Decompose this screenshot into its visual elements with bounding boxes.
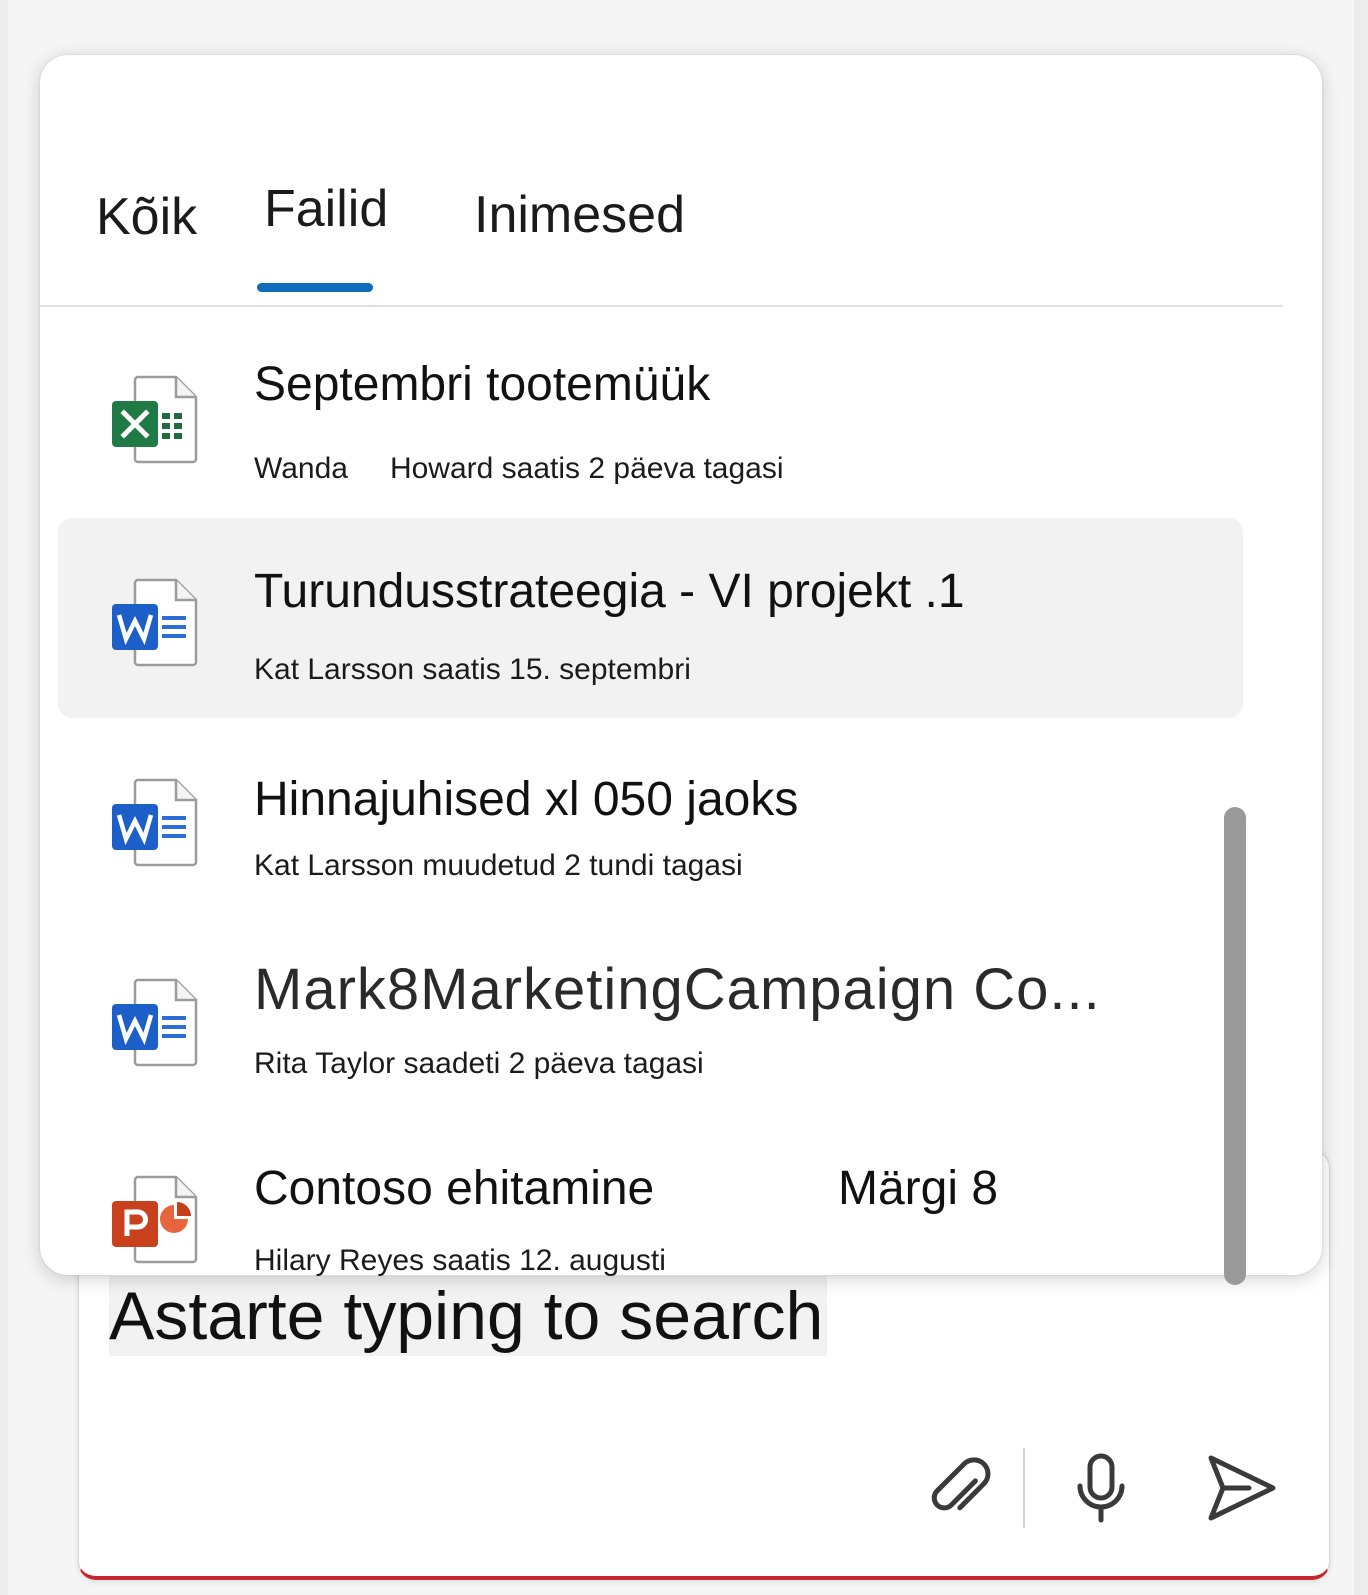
search-suggestions-popup: Kõik Failid Inimesed Septembri tootemüük — [40, 55, 1322, 1285]
active-tab-indicator — [257, 283, 373, 292]
word-icon — [112, 978, 198, 1067]
file-meta-rest: Howard saatis 2 päeva tagasi — [389, 452, 784, 485]
send-button[interactable] — [1201, 1448, 1281, 1528]
scrollbar-thumb[interactable] — [1224, 807, 1246, 1285]
file-meta: Kat Larsson saatis 15. septembri — [254, 653, 691, 686]
search-screen: Astarte typing to search Kõik Failid Ini… — [0, 0, 1368, 1595]
attach-button[interactable] — [917, 1448, 997, 1528]
file-title: Mark8MarketingCampaign Co... — [254, 957, 1101, 1022]
file-meta: Kat Larsson muudetud 2 tundi tagasi — [254, 849, 743, 882]
file-item-selected[interactable]: Turundusstrateegia - VI projekt .1 Kat L… — [58, 518, 1243, 718]
file-meta-sender: Wanda — [254, 452, 348, 485]
file-meta: Wanda Howard saatis 2 päeva tagasi — [254, 451, 784, 487]
tab-people[interactable]: Inimesed — [474, 185, 685, 245]
word-icon — [112, 778, 198, 867]
compose-toolbar — [917, 1448, 1281, 1528]
send-icon — [1208, 1455, 1276, 1521]
file-meta: Rita Taylor saadeti 2 päeva tagasi — [254, 1047, 704, 1080]
file-title: Septembri tootemüük — [254, 358, 711, 411]
file-item[interactable]: Hinnajuhised xl 050 jaoks Kat Larsson mu… — [58, 718, 1243, 918]
excel-icon — [112, 375, 198, 464]
tab-files[interactable]: Failid — [264, 179, 388, 239]
file-item[interactable]: Septembri tootemüük Wanda Howard saatis 2… — [58, 315, 1243, 515]
window-edge-right — [1354, 0, 1368, 1595]
file-title: Turundusstrateegia - VI projekt .1 — [254, 565, 965, 618]
microphone-button[interactable] — [1061, 1448, 1141, 1528]
powerpoint-icon — [112, 1175, 198, 1264]
microphone-icon — [1077, 1453, 1125, 1523]
tabs-divider — [40, 305, 1283, 307]
file-title: Contoso ehitamine — [254, 1162, 655, 1215]
window-edge-left — [0, 0, 8, 1595]
file-tag: Märgi 8 — [838, 1162, 999, 1215]
word-icon — [112, 578, 198, 667]
tab-bar: Kõik Failid Inimesed — [40, 55, 1322, 307]
file-meta: Hilary Reyes saatis 12. augusti — [254, 1244, 666, 1277]
toolbar-divider — [1023, 1448, 1025, 1528]
file-title: Hinnajuhised xl 050 jaoks — [254, 773, 799, 826]
file-item[interactable]: Contoso ehitamine Märgi 8 Hilary Reyes s… — [58, 1115, 1243, 1315]
tab-all[interactable]: Kõik — [96, 187, 197, 247]
paperclip-icon — [931, 1457, 991, 1511]
file-item[interactable]: Mark8MarketingCampaign Co... Rita Taylor… — [58, 918, 1243, 1118]
